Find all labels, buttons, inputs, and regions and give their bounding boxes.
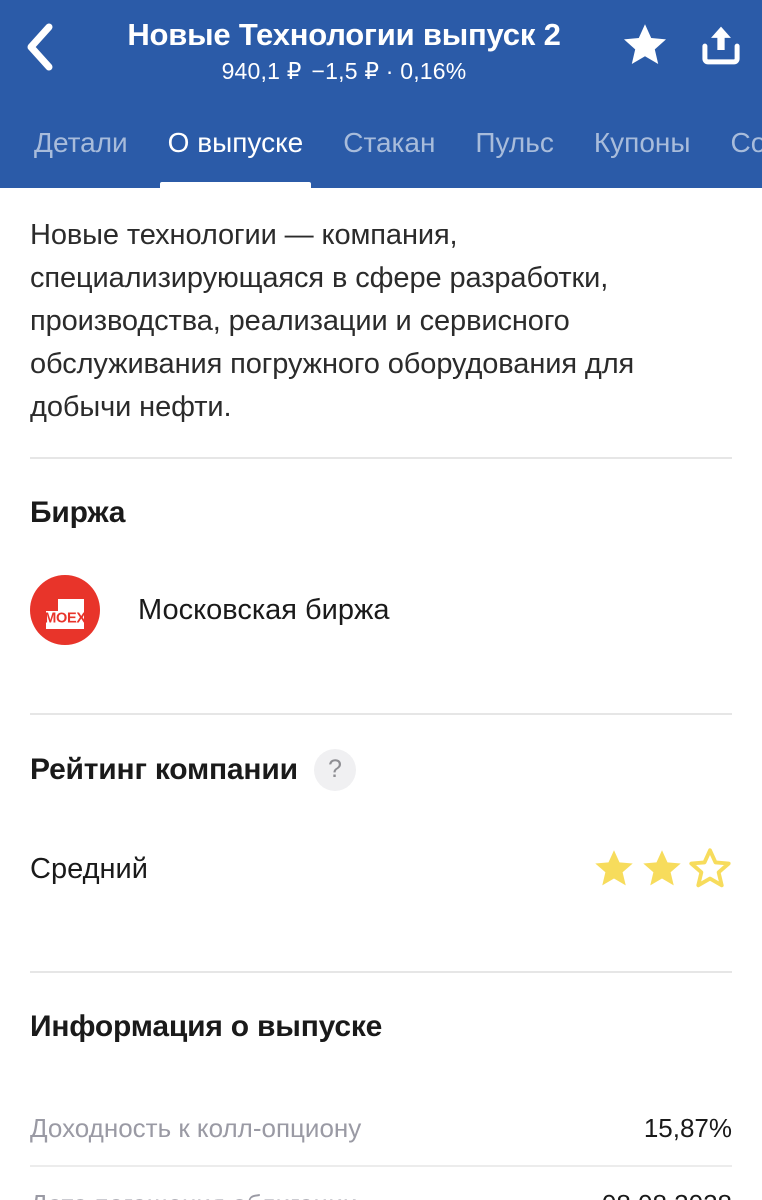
star-filled-icon (640, 847, 684, 891)
header-actions (618, 18, 748, 72)
tab-stakan[interactable]: Стакан (323, 110, 455, 188)
info-row: Доходность к колл-опциону 15,87% (30, 1091, 732, 1165)
question-mark-icon[interactable]: ? (313, 749, 356, 791)
tab-label: Пульс (475, 127, 554, 158)
back-button[interactable] (8, 16, 70, 78)
exchange-title-text: Биржа (30, 496, 126, 529)
price-value: 940,1 ₽ (221, 58, 302, 84)
company-description: Новые технологии — компания, специализир… (30, 219, 635, 423)
tab-kupony[interactable]: Купоны (574, 110, 711, 188)
tab-label: Купоны (593, 127, 691, 158)
header-title-block: Новые Технологии выпуск 2 940,1 ₽ −1,5 ₽ … (86, 16, 602, 86)
star-icon (620, 21, 670, 69)
issue-info-title-text: Информация о выпуске (30, 1010, 383, 1043)
tab-label: Стакан (343, 127, 436, 158)
chevron-left-icon (24, 23, 54, 71)
info-value: 08.08.2028 (602, 1167, 732, 1200)
issue-info-section-title: Информация о выпуске (30, 973, 732, 1047)
share-upload-icon (698, 22, 744, 68)
info-label: Дата погашения облигации (30, 1167, 357, 1200)
page-title: Новые Технологии выпуск 2 (127, 17, 561, 52)
tab-label: О выпуске (167, 127, 304, 158)
tab-sobytiya[interactable]: Со (711, 110, 762, 188)
share-button[interactable] (694, 18, 748, 72)
tab-content-about: Новые технологии — компания, специализир… (0, 188, 762, 1200)
tab-label: Со (730, 127, 762, 158)
rating-row: Средний (30, 791, 732, 949)
issue-info-section: Информация о выпуске Доходность к колл-о… (0, 973, 762, 1200)
app-screen: Новые Технологии выпуск 2 940,1 ₽ −1,5 ₽ … (0, 0, 762, 1200)
tab-detali[interactable]: Детали (28, 110, 148, 188)
rating-section: Рейтинг компании ? Средний (0, 715, 762, 949)
rating-value-label: Средний (30, 853, 148, 885)
exchange-section-title: Биржа (30, 459, 732, 533)
rating-title-text: Рейтинг компании (30, 753, 298, 786)
issue-info-list: Доходность к колл-опциону 15,87% Дата по… (30, 1047, 732, 1200)
info-row: Дата погашения облигации 08.08.2028 (30, 1167, 732, 1200)
tab-label: Детали (34, 127, 128, 158)
exchange-row[interactable]: MOEX Московская биржа (30, 533, 732, 691)
exchange-name: Московская биржа (138, 594, 390, 626)
info-label: Доходность к колл-опциону (30, 1113, 362, 1143)
tab-bar[interactable]: Детали О выпуске Стакан Пульс Купоны Со (0, 110, 762, 188)
app-header-top: Новые Технологии выпуск 2 940,1 ₽ −1,5 ₽ … (0, 0, 762, 110)
rating-stars (592, 847, 732, 891)
favorite-button[interactable] (618, 18, 672, 72)
svg-text:MOEX: MOEX (44, 611, 86, 627)
app-header: Новые Технологии выпуск 2 940,1 ₽ −1,5 ₽ … (0, 0, 762, 188)
star-outline-icon (688, 847, 732, 891)
star-filled-icon (592, 847, 636, 891)
exchange-section: Биржа MOEX Московская биржа (0, 459, 762, 691)
price-change: −1,5 ₽ · 0,16% (311, 58, 467, 84)
rating-section-title: Рейтинг компании ? (30, 715, 732, 791)
header-price-line: 940,1 ₽ −1,5 ₽ · 0,16% (86, 56, 602, 86)
tab-o-vypuske[interactable]: О выпуске (148, 110, 324, 188)
info-value: 15,87% (643, 1113, 732, 1143)
moex-logo-icon: MOEX (30, 575, 100, 645)
tab-puls[interactable]: Пульс (455, 110, 573, 188)
